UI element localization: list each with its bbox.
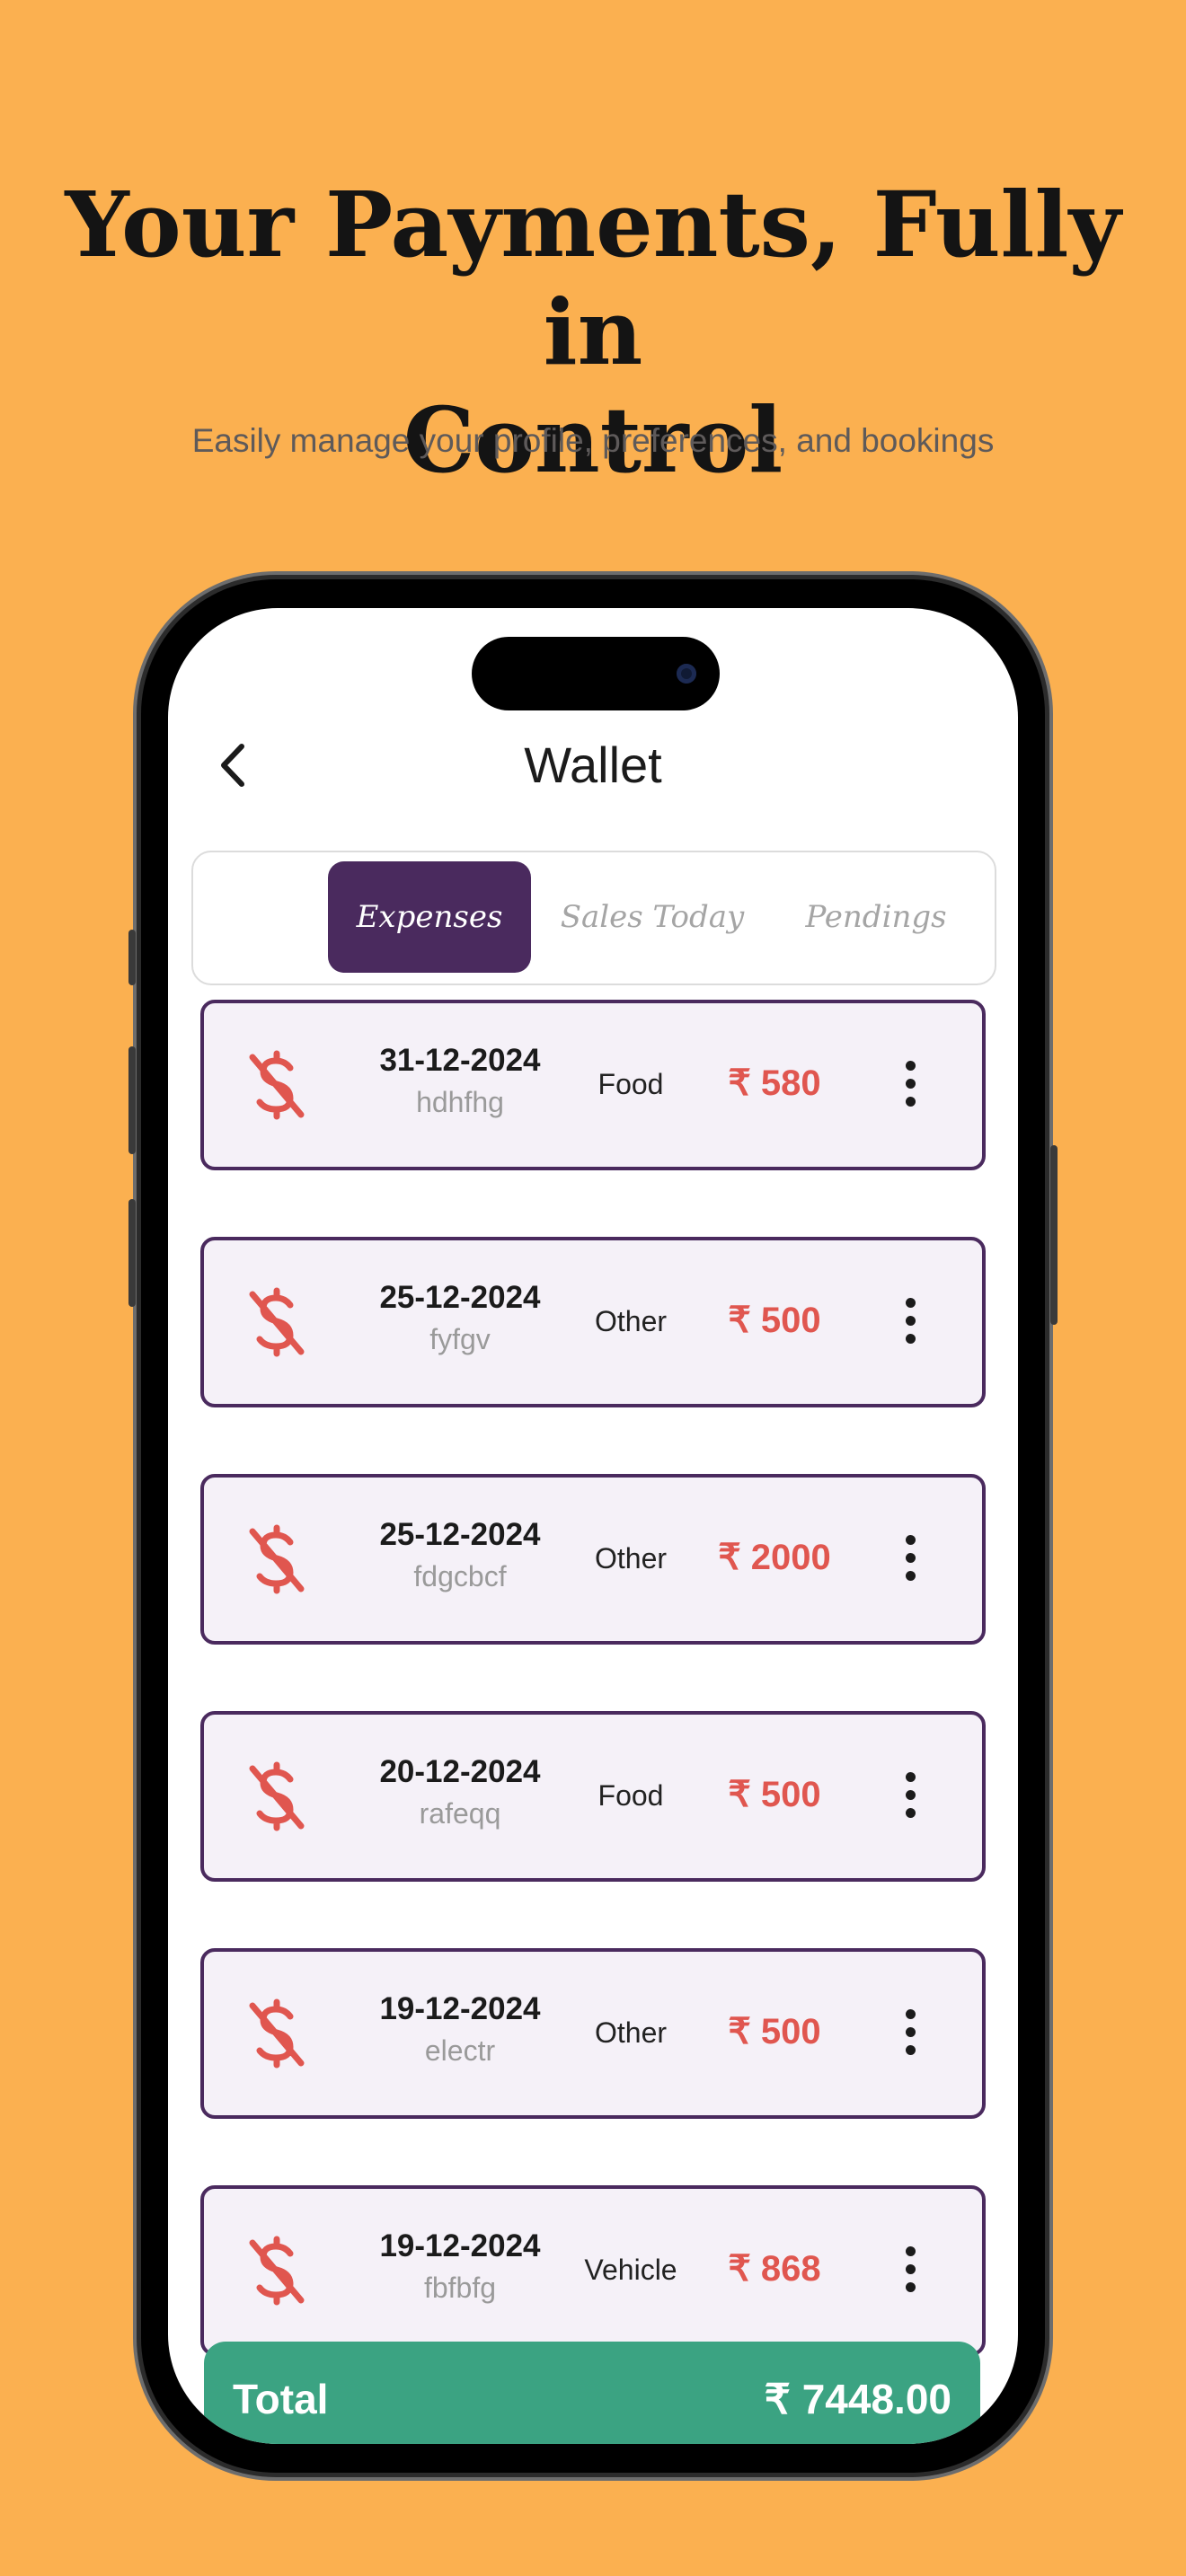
expense-note: rafeqq [419, 1797, 501, 1830]
expense-amount: ₹ 500 [728, 1301, 821, 1340]
more-vert-icon[interactable] [901, 2246, 919, 2295]
headline-line-1: Your Payments, Fully in [65, 172, 1121, 385]
phone-frame: Wallet Expenses Sales Today Pendings 31-… [128, 579, 1058, 2473]
dynamic-island [472, 637, 720, 710]
expense-category: Vehicle [584, 2254, 677, 2286]
expense-card[interactable]: 31-12-2024 hdhfhg Food ₹ 580 [200, 1000, 986, 1170]
tab-bar: Expenses Sales Today Pendings [191, 851, 996, 985]
page-title: Wallet [524, 737, 662, 793]
expense-category: Other [594, 1305, 668, 1337]
expense-amount: ₹ 580 [728, 1063, 821, 1103]
expense-note: hdhfhg [416, 1086, 504, 1118]
expense-amount: ₹ 500 [728, 1775, 821, 1814]
no-money-icon [249, 1287, 305, 1357]
phone-silent-switch [128, 930, 136, 985]
expense-card[interactable]: 25-12-2024 fyfgv Other ₹ 500 [200, 1237, 986, 1407]
no-money-icon [249, 1524, 305, 1594]
expense-card[interactable]: 19-12-2024 electr Other ₹ 500 [200, 1948, 986, 2119]
expense-card[interactable]: 25-12-2024 fdgcbcf Other ₹ 2000 [200, 1474, 986, 1645]
no-money-icon [249, 1998, 305, 2069]
total-bar: Total ₹ 7448.00 [204, 2342, 980, 2444]
tab-pendings[interactable]: Pendings [777, 861, 975, 973]
expense-note: fbfbfg [423, 2272, 497, 2304]
no-money-icon [249, 1050, 305, 1120]
expense-date: 19-12-2024 [379, 2228, 541, 2263]
total-value: ₹ 7448.00 [764, 2376, 951, 2422]
expense-note: fyfgv [429, 1323, 491, 1355]
expense-category: Food [597, 1779, 664, 1812]
phone-power-button [1050, 1145, 1058, 1325]
expense-date: 25-12-2024 [379, 1517, 541, 1552]
no-money-icon [249, 2236, 305, 2306]
expense-note: electr [424, 2034, 496, 2067]
camera-icon [677, 664, 696, 684]
phone-volume-up [128, 1046, 136, 1154]
expense-card[interactable]: 20-12-2024 rafeqq Food ₹ 500 [200, 1711, 986, 1882]
no-money-icon [249, 1761, 305, 1831]
expense-date: 19-12-2024 [379, 1991, 541, 2026]
expense-category: Other [594, 1542, 668, 1575]
more-vert-icon[interactable] [901, 1772, 919, 1821]
more-vert-icon[interactable] [901, 2009, 919, 2058]
expense-category: Food [597, 1068, 664, 1100]
more-vert-icon[interactable] [901, 1061, 919, 1109]
expense-amount: ₹ 2000 [718, 1538, 831, 1577]
more-vert-icon[interactable] [901, 1535, 919, 1584]
promo-subheadline: Easily manage your profile, preferences,… [191, 422, 995, 459]
expense-date: 20-12-2024 [379, 1754, 541, 1789]
expense-amount: ₹ 500 [728, 2012, 821, 2051]
expense-card[interactable]: 19-12-2024 fbfbfg Vehicle ₹ 868 [200, 2185, 986, 2356]
phone-screen: Wallet Expenses Sales Today Pendings 31-… [168, 608, 1018, 2444]
expense-amount: ₹ 868 [728, 2249, 821, 2289]
expense-category: Other [594, 2016, 668, 2049]
tab-expenses[interactable]: Expenses [328, 861, 531, 973]
more-vert-icon[interactable] [901, 1298, 919, 1346]
phone-volume-down [128, 1199, 136, 1307]
expense-date: 25-12-2024 [379, 1280, 541, 1315]
total-label: Total [233, 2376, 329, 2422]
expense-note: fdgcbcf [413, 1560, 507, 1592]
expense-date: 31-12-2024 [379, 1043, 541, 1078]
tab-sales-today[interactable]: Sales Today [549, 861, 756, 973]
